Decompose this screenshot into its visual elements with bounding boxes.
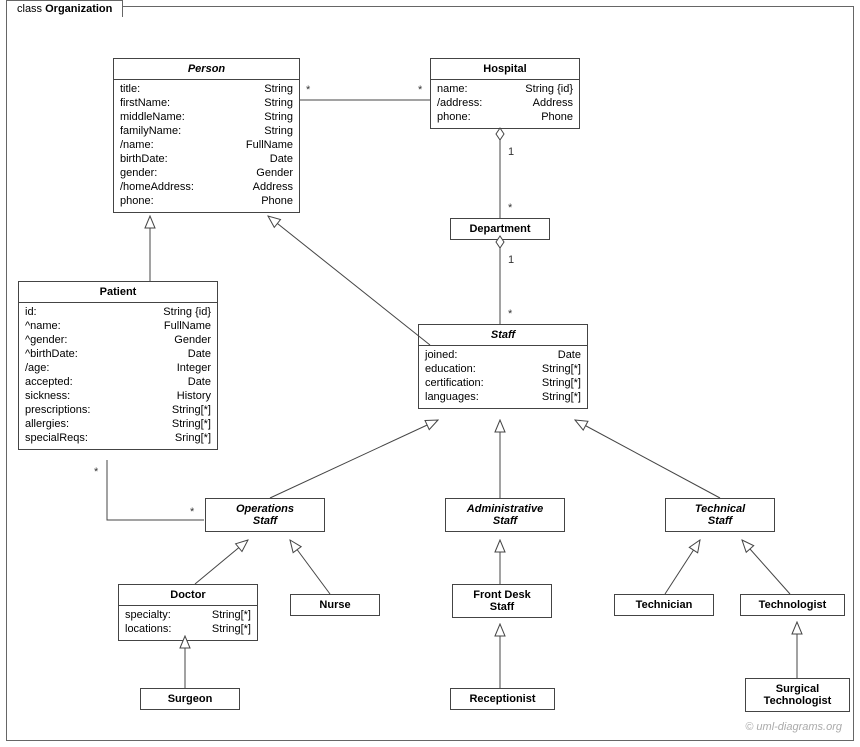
frame-label: class Organization — [6, 0, 123, 17]
uml-frame: class Organization — [0, 0, 860, 747]
connectors — [0, 0, 860, 747]
frame-name: Organization — [45, 3, 112, 15]
frame-keyword: class — [17, 3, 42, 15]
